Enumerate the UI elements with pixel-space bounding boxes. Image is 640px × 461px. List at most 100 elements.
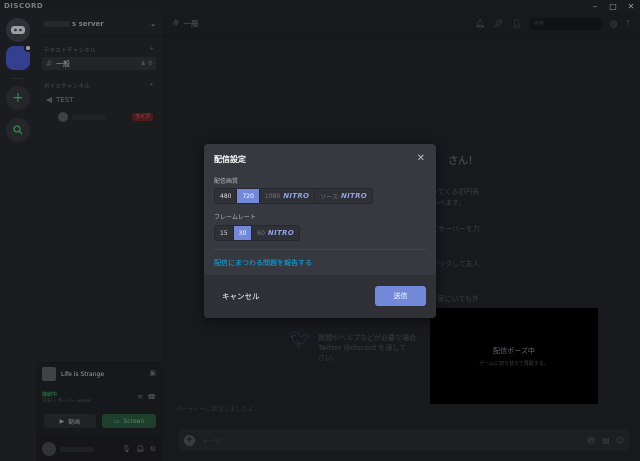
message-placeholder: #一般へ: [203, 437, 227, 445]
resolution-option-1080[interactable]: 1080 NITRO: [260, 189, 316, 203]
bell-icon[interactable]: 🔔︎: [475, 19, 485, 28]
message-composer[interactable]: + #一般へ 🎁︎ ▤ ☺: [178, 429, 630, 451]
server-list: +: [0, 12, 36, 461]
system-message: パーティーに参加しましたよ。: [176, 406, 260, 413]
chat-header: # 一般 🔔︎ 📌︎ 👤︎ 検索 @ ?: [162, 12, 640, 36]
composer-icons: 🎁︎ ▤ ☺: [586, 436, 624, 445]
noise-suppression-icon[interactable]: ≋: [137, 393, 143, 401]
framerate-option-30[interactable]: 30: [233, 226, 253, 240]
search-input[interactable]: 検索: [529, 17, 602, 30]
disconnect-icon[interactable]: ☎: [147, 393, 156, 401]
category-text[interactable]: テキストチャンネル +: [36, 46, 162, 54]
modal-title: 配信設定: [214, 155, 246, 164]
live-badge: ライブ: [132, 113, 154, 121]
chevron-down-icon: ⌄: [150, 19, 156, 28]
add-server-button[interactable]: +: [6, 86, 30, 110]
discord-app: DISCORD – □ ✕ + s server ⌄ テキストチャンネル + # …: [0, 0, 640, 461]
nitro-badge: NITRO: [267, 229, 295, 237]
nitro-badge: NITRO: [340, 192, 368, 200]
pin-icon[interactable]: 📌︎: [493, 19, 503, 28]
attach-plus-icon[interactable]: +: [184, 434, 195, 446]
server-header[interactable]: s server ⌄: [36, 12, 162, 36]
video-button[interactable]: ▶ 動画: [44, 414, 96, 428]
emoji-icon[interactable]: ☺: [616, 436, 624, 445]
screen-icon: ▭: [113, 417, 120, 425]
framerate-label: フレームレート: [214, 214, 256, 221]
gif-icon[interactable]: ▤: [602, 436, 610, 445]
add-voice-channel-icon[interactable]: +: [149, 82, 154, 90]
cancel-button[interactable]: キャンセル: [222, 291, 260, 302]
gift-icon[interactable]: 🎁︎: [586, 436, 596, 445]
chat-channel-name: 一般: [183, 19, 199, 28]
gear-icon[interactable]: ⚙: [150, 445, 156, 453]
stream-settings-modal: 配信設定 ✕ 配信画質 480 720 1080 NITRO ソース NITRO フ…: [204, 144, 436, 318]
voice-username-hidden: [72, 114, 106, 120]
discord-logo-icon: [11, 26, 25, 34]
close-window-button[interactable]: ✕: [622, 0, 640, 12]
resolution-option-720[interactable]: 720: [237, 189, 260, 203]
framerate-selector: 15 30 60 NITRO: [214, 225, 301, 241]
stream-preview[interactable]: 配信ポーズ中 ゲームに切り替えて再開する。: [430, 308, 598, 404]
voice-connection-detail[interactable]: TEST / サーバー server: [42, 398, 91, 404]
search-icon: [13, 125, 23, 135]
maximize-button[interactable]: □: [604, 0, 622, 12]
user-avatar[interactable]: [42, 442, 56, 456]
hash-icon: #: [45, 59, 53, 68]
stream-paused-title: 配信ポーズ中: [493, 346, 535, 355]
modal-divider: [214, 249, 426, 250]
headphones-icon[interactable]: 🎧︎: [136, 445, 145, 453]
channel-label: 一般: [56, 59, 70, 68]
explore-servers-button[interactable]: [6, 118, 30, 142]
members-icon[interactable]: 👤︎: [512, 19, 522, 28]
report-issue-link[interactable]: 配信にまつわる問題を報告する: [214, 258, 312, 268]
welcome-title: さん！: [448, 156, 478, 167]
user-panel: 🎙︎ 🎧︎ ⚙: [36, 437, 162, 461]
game-thumbnail: [42, 367, 56, 381]
microphone-icon[interactable]: 🎙︎: [122, 445, 131, 453]
voice-channel-test[interactable]: ◀ TEST: [42, 93, 156, 106]
avatar: [58, 112, 68, 122]
screen-share-button[interactable]: ▭ Screen: [102, 414, 156, 428]
minimize-button[interactable]: –: [586, 0, 604, 12]
help-icon[interactable]: ?: [626, 19, 630, 28]
voice-connected-status: 接続中: [42, 392, 58, 398]
framerate-option-60[interactable]: 60 NITRO: [252, 226, 299, 240]
game-title: Life is Strange: [61, 370, 105, 378]
mention-icon[interactable]: @: [610, 19, 618, 28]
resolution-option-480[interactable]: 480: [215, 189, 238, 203]
resolution-option-source[interactable]: ソース NITRO: [315, 189, 372, 203]
plus-icon: +: [12, 90, 24, 106]
server-list-divider: [11, 78, 25, 79]
send-button[interactable]: 送信: [375, 286, 426, 306]
stream-settings-icon[interactable]: ▣: [149, 369, 156, 377]
activity-panel: Life is Strange ▣ 接続中 TEST / サーバー server…: [36, 362, 162, 437]
help-line: Twitter @discord を通して: [318, 344, 407, 352]
invite-settings-icons[interactable]: ♟ ⚙: [140, 60, 153, 67]
app-brand: DISCORD: [4, 2, 44, 10]
notification-dot: [24, 44, 32, 52]
voice-controls: ≋ ☎: [137, 393, 156, 401]
resolution-label: 配信画質: [214, 178, 239, 185]
window-controls: – □ ✕: [586, 0, 640, 12]
header-toolbar: 🔔︎ 📌︎ 👤︎ 検索 @ ?: [475, 17, 630, 30]
twitter-icon: 🐦︎: [290, 330, 311, 349]
home-button[interactable]: [6, 18, 30, 42]
server-icon-current[interactable]: [6, 44, 32, 70]
game-activity: Life is Strange: [42, 367, 104, 381]
username-hidden: [60, 446, 94, 452]
channel-general[interactable]: # 一般 ♟ ⚙: [42, 57, 156, 70]
hash-icon: #: [172, 18, 180, 29]
framerate-option-15[interactable]: 15: [215, 226, 234, 240]
nitro-badge: NITRO: [283, 192, 310, 200]
category-voice[interactable]: ボイスチャンネル +: [36, 82, 162, 90]
user-controls: 🎙︎ 🎧︎ ⚙: [122, 445, 156, 453]
help-line: さい。: [318, 354, 339, 362]
voice-user-entry[interactable]: ライブ: [58, 112, 162, 122]
voice-channel-label: TEST: [56, 95, 74, 104]
add-channel-icon[interactable]: +: [149, 46, 154, 54]
server-name: s server: [44, 20, 104, 28]
server-name-hidden: [44, 20, 70, 27]
title-bar: DISCORD – □ ✕: [0, 0, 640, 12]
help-line: 質問やヘルプなどが必要な場合: [318, 334, 416, 342]
close-icon[interactable]: ✕: [417, 153, 425, 164]
